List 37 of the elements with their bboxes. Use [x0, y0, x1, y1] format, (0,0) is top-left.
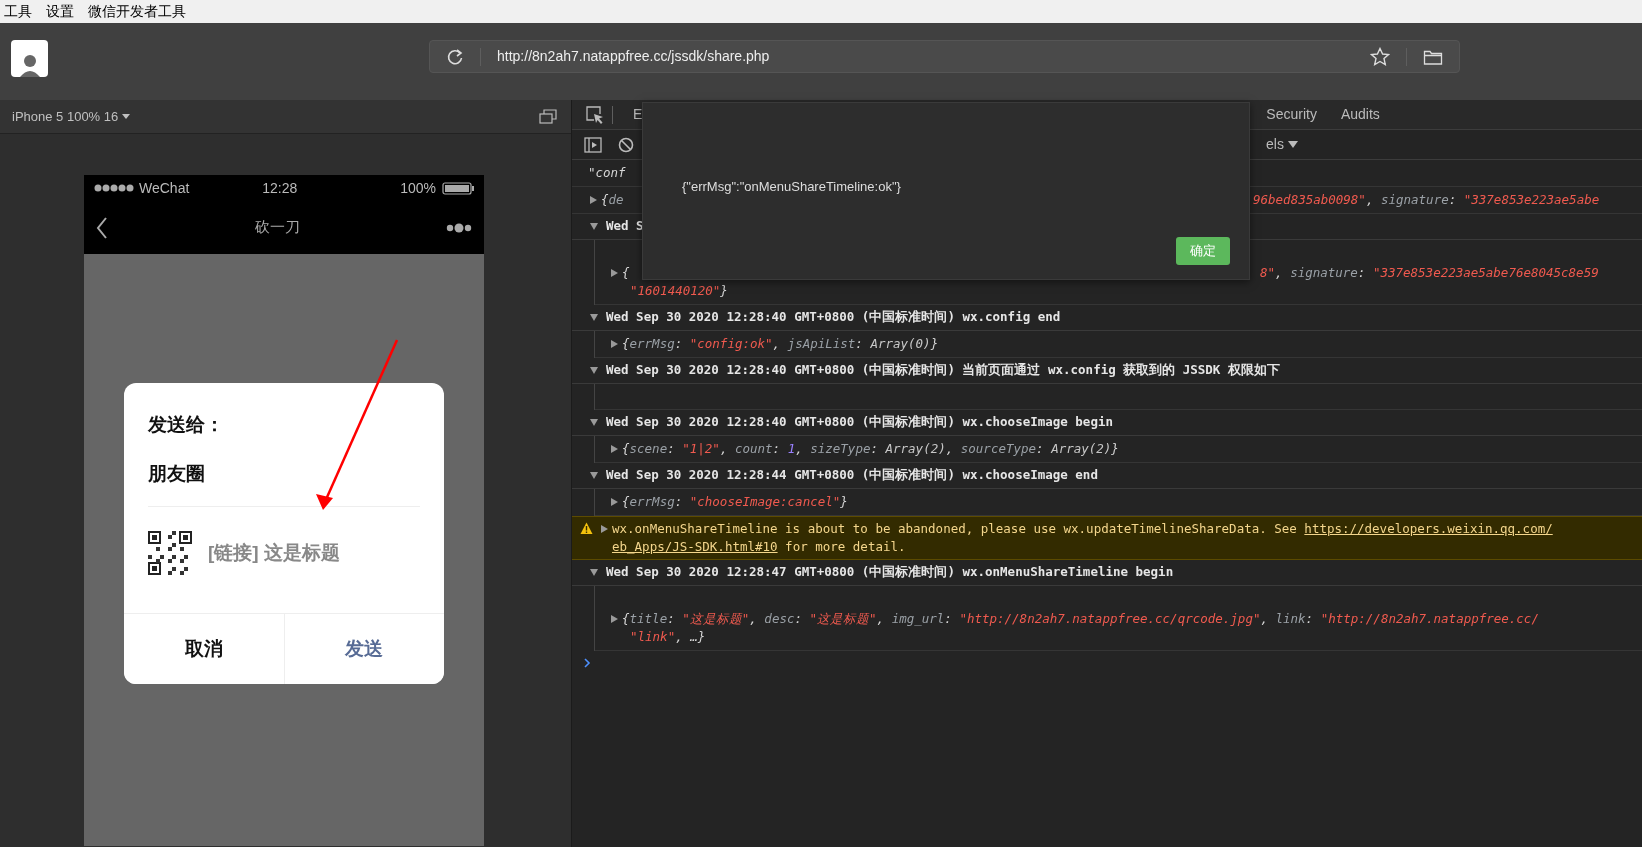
share-target: 朋友圈 — [148, 461, 206, 486]
device-selector[interactable]: iPhone 5 100% 16 — [12, 106, 131, 127]
object-preview: 96bed835ab0098", signature: "337e853e223ae5abe — [1253, 190, 1600, 209]
group-title: Wed Sep 30 2020 12:28:40 GMT+0800 (中国标准时间) 当前页面通过 wx.config 获取到的 JSSDK 权限如下 — [606, 361, 1280, 380]
object-preview: 8", signature: "337e853e223ae5abe76e8045c8e59 — [1260, 263, 1599, 282]
object-preview: {de — [601, 190, 625, 209]
group-title: Wed Sep 30 2020 12:28:44 GMT+0800 (中国标准时间) wx.chooseImage end — [606, 466, 1098, 485]
page-title: 砍一刀 — [254, 217, 300, 238]
devtools-tab[interactable]: Audits — [1328, 99, 1392, 130]
object-preview: "link", …} — [630, 627, 706, 646]
object-preview: {title: "这是标题", desc: "这是标题", img_url: "http://8n2ah7.natappfree.cc/qrcode.jpg", link: "http://8n2ah7.natappfree.cc/ — [622, 609, 1539, 628]
menu-item[interactable]: 工具 — [4, 0, 32, 23]
battery-percent: 100% — [400, 178, 436, 198]
link-title: [链接] 这是标题 — [208, 540, 340, 565]
alert-message: {"errMsg":"onMenuShareTimeline:ok"} — [682, 178, 901, 196]
warning-message: wx.onMenuShareTimeline is about to be abandoned, please use wx.updateTimelineShareData. See https://developers.weixin.qq.com/ eb_Apps/JS-SDK.html#10 for more detail. — [612, 520, 1553, 556]
object-preview: {errMsg: "config:ok", jsApiList: Array(0)} — [622, 334, 939, 353]
object-preview: "1601440120"} — [630, 281, 729, 300]
carrier-name: WeChat — [139, 178, 190, 198]
object-preview: {errMsg: "chooseImage:cancel"} — [622, 492, 848, 511]
status-time: 12:28 — [262, 178, 298, 198]
object-preview: { — [622, 263, 631, 282]
link[interactable]: https://developers.weixin.qq.com/ — [1304, 521, 1553, 536]
group-title: Wed Sep 30 2020 12:28:40 GMT+0800 (中国标准时间) wx.config end — [606, 308, 1061, 327]
send-button[interactable]: 发送 — [283, 614, 444, 684]
levels-dropdown[interactable]: els — [1266, 134, 1298, 155]
menu-item[interactable]: 微信开发者工具 — [88, 0, 186, 23]
object-preview: {scene: "1|2", count: 1, sizeType: Array(2), sourceType: Array(2)} — [622, 439, 1119, 458]
log-text: "conf — [588, 163, 626, 182]
devtools-tab[interactable]: Security — [1254, 99, 1329, 130]
link[interactable]: eb_Apps/JS-SDK.html#10 — [612, 539, 778, 554]
url-text: http://8n2ah7.natappfree.cc/jssdk/share.php — [497, 47, 771, 66]
group-title: Wed Sep 30 2020 12:28:47 GMT+0800 (中国标准时间) wx.onMenuShareTimeline begin — [606, 563, 1174, 582]
dialog-heading: 发送给： — [148, 413, 225, 437]
menu-item[interactable]: 设置 — [46, 0, 74, 23]
group-title: Wed Sep 30 2020 12:28:40 GMT+0800 (中国标准时间) wx.chooseImage begin — [606, 413, 1113, 432]
devtools-tab[interactable]: E — [621, 99, 655, 130]
